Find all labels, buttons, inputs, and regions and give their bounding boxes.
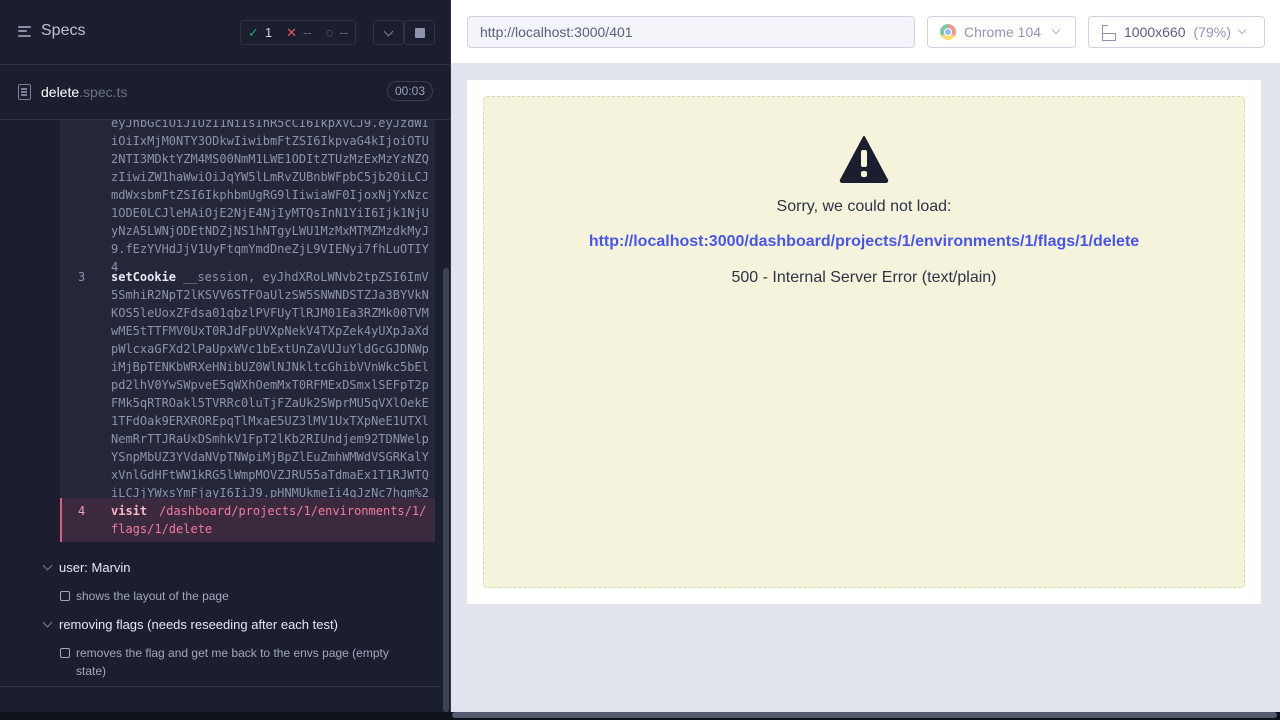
specs-button[interactable]: Specs (18, 22, 85, 40)
checkbox-icon (60, 648, 70, 658)
suite-title: user: Marvin (59, 560, 131, 575)
chevron-down-icon (1237, 25, 1247, 35)
app-frame: Sorry, we could not load: http://localho… (467, 80, 1261, 604)
failed-count: ✕ -- (279, 25, 319, 41)
horizontal-scrollbar[interactable] (452, 712, 1277, 718)
pending-value: -- (339, 25, 349, 40)
spec-file-ext: .spec.ts (79, 84, 128, 100)
chrome-icon (940, 24, 956, 40)
chevron-down-icon (42, 560, 53, 571)
file-icon (18, 84, 31, 100)
aut-header: http://localhost:3000/401 Chrome 104 100… (451, 0, 1280, 64)
test-item[interactable]: shows the layout of the page (60, 587, 400, 605)
load-error-box: Sorry, we could not load: http://localho… (483, 96, 1245, 588)
suite-title: removing flags (needs reseeding after ea… (59, 617, 338, 632)
suite-removing-flags[interactable]: removing flags (needs reseeding after ea… (42, 617, 338, 632)
aut-panel: http://localhost:3000/401 Chrome 104 100… (451, 0, 1280, 712)
viewport-selector[interactable]: 1000x660 (79%) (1088, 16, 1265, 48)
command-row-setcookie[interactable]: 3 setCookie __session, eyJhdXRoLWNvb2tpZ… (60, 260, 435, 518)
url-bar[interactable]: http://localhost:3000/401 (467, 16, 915, 48)
command-row-visit[interactable]: 4 visit /dashboard/projects/1/environmen… (60, 498, 435, 542)
specs-label: Specs (41, 22, 86, 39)
spec-file-bar: delete.spec.ts (0, 66, 450, 120)
menu-icon (18, 25, 33, 38)
test-title: shows the layout of the page (76, 589, 229, 603)
test-stats: ✓ 1 ✕ -- ◌ -- (240, 20, 357, 45)
command-number: 3 (78, 270, 86, 284)
test-item[interactable]: removes the flag and get me back to the … (60, 644, 400, 680)
reporter-panel: Specs ✓ 1 ✕ -- ◌ -- delete.spec.ts 00:03 ey… (0, 0, 451, 720)
reporter-scrollbar[interactable] (443, 268, 449, 712)
command-number: 4 (78, 504, 86, 518)
command-message: __session, eyJhdXRoLWNvb2tpZSI6ImV5SmhiR… (111, 270, 429, 518)
passed-value: 1 (264, 25, 273, 40)
stop-icon (414, 27, 425, 38)
reporter-header: Specs ✓ 1 ✕ -- ◌ -- (0, 0, 450, 65)
reporter-footer-divider (0, 686, 450, 687)
test-title: removes the flag and get me back to the … (76, 646, 389, 678)
spec-file-name[interactable]: delete.spec.ts (41, 84, 127, 100)
pending-spinner-icon: ◌ (325, 25, 334, 40)
pending-count: ◌ -- (319, 25, 355, 40)
error-url-link[interactable]: http://localhost:3000/dashboard/projects… (484, 233, 1244, 251)
spec-file-basename: delete (41, 84, 80, 100)
warning-icon (839, 136, 889, 183)
failed-value: -- (303, 25, 312, 40)
viewport-size: 1000x660 (1124, 24, 1186, 40)
stop-button[interactable] (404, 20, 435, 45)
viewport-scale: (79%) (1193, 24, 1231, 40)
chevron-down-icon (1051, 25, 1061, 35)
x-icon: ✕ (286, 24, 298, 40)
previous-command-message: eyJhbGciOiJIUzI1NiIsInR5cCI6IkpXVCJ9.eyJ… (111, 120, 429, 274)
chevron-down-icon (42, 617, 53, 628)
error-title: Sorry, we could not load: (776, 198, 952, 215)
collapse-button[interactable] (373, 20, 404, 45)
command-message: /dashboard/projects/1/environments/1/fla… (111, 504, 427, 536)
command-log: eyJhbGciOiJIUzI1NiIsInR5cCI6IkpXVCJ9.eyJ… (60, 120, 435, 542)
chevron-down-icon (383, 26, 394, 36)
check-icon: ✓ (248, 24, 259, 40)
ruler-icon (1101, 24, 1116, 41)
browser-label: Chrome 104 (964, 24, 1042, 40)
suite-user-marvin[interactable]: user: Marvin (42, 560, 131, 575)
run-duration: 00:03 (387, 81, 433, 101)
passed-count: ✓ 1 (241, 25, 279, 41)
browser-selector[interactable]: Chrome 104 (927, 16, 1076, 48)
error-status: 500 - Internal Server Error (text/plain) (731, 269, 997, 286)
checkbox-icon (60, 591, 70, 601)
